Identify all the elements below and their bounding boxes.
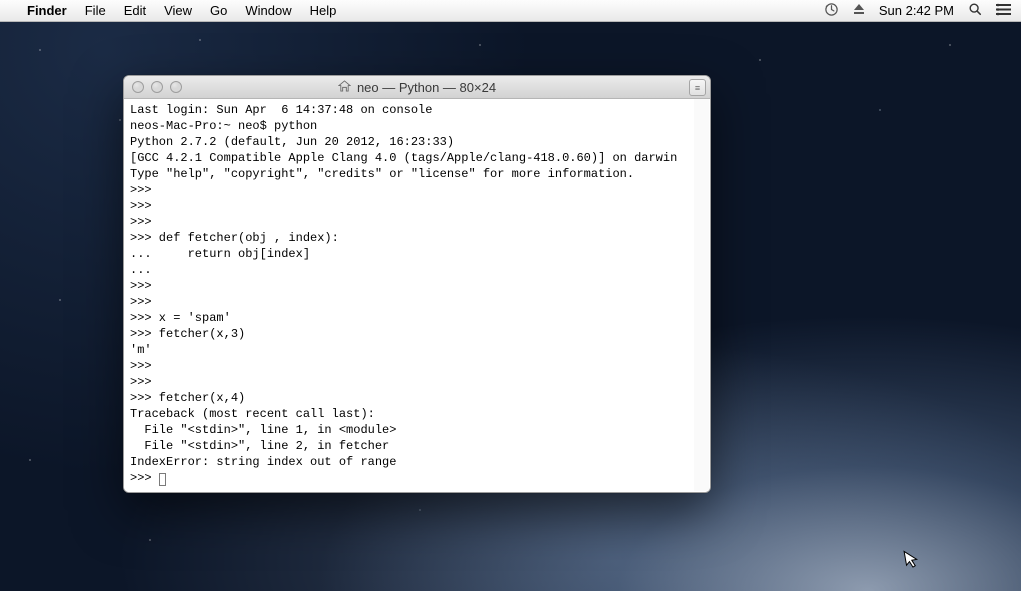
home-icon [338, 80, 351, 95]
menu-file[interactable]: File [76, 0, 115, 22]
terminal-cursor [159, 473, 166, 486]
menu-window[interactable]: Window [236, 0, 300, 22]
window-minimize-button[interactable] [151, 81, 163, 93]
notification-center-icon[interactable] [996, 3, 1011, 19]
eject-icon[interactable] [853, 3, 865, 18]
menu-go[interactable]: Go [201, 0, 236, 22]
terminal-output[interactable]: Last login: Sun Apr 6 14:37:48 on consol… [124, 99, 710, 492]
window-titlebar[interactable]: neo — Python — 80×24 ≡ [124, 76, 710, 99]
menu-bar: Finder File Edit View Go Window Help Sun… [0, 0, 1021, 22]
menu-bar-clock[interactable]: Sun 2:42 PM [879, 3, 954, 18]
menu-help[interactable]: Help [301, 0, 346, 22]
window-proxy-button[interactable]: ≡ [689, 79, 706, 96]
time-machine-icon[interactable] [824, 2, 839, 20]
window-title: neo — Python — 80×24 [357, 80, 496, 95]
spotlight-icon[interactable] [968, 2, 982, 19]
app-menu[interactable]: Finder [18, 0, 76, 22]
window-zoom-button[interactable] [170, 81, 182, 93]
terminal-window: neo — Python — 80×24 ≡ Last login: Sun A… [123, 75, 711, 493]
menu-view[interactable]: View [155, 0, 201, 22]
menu-edit[interactable]: Edit [115, 0, 155, 22]
window-close-button[interactable] [132, 81, 144, 93]
